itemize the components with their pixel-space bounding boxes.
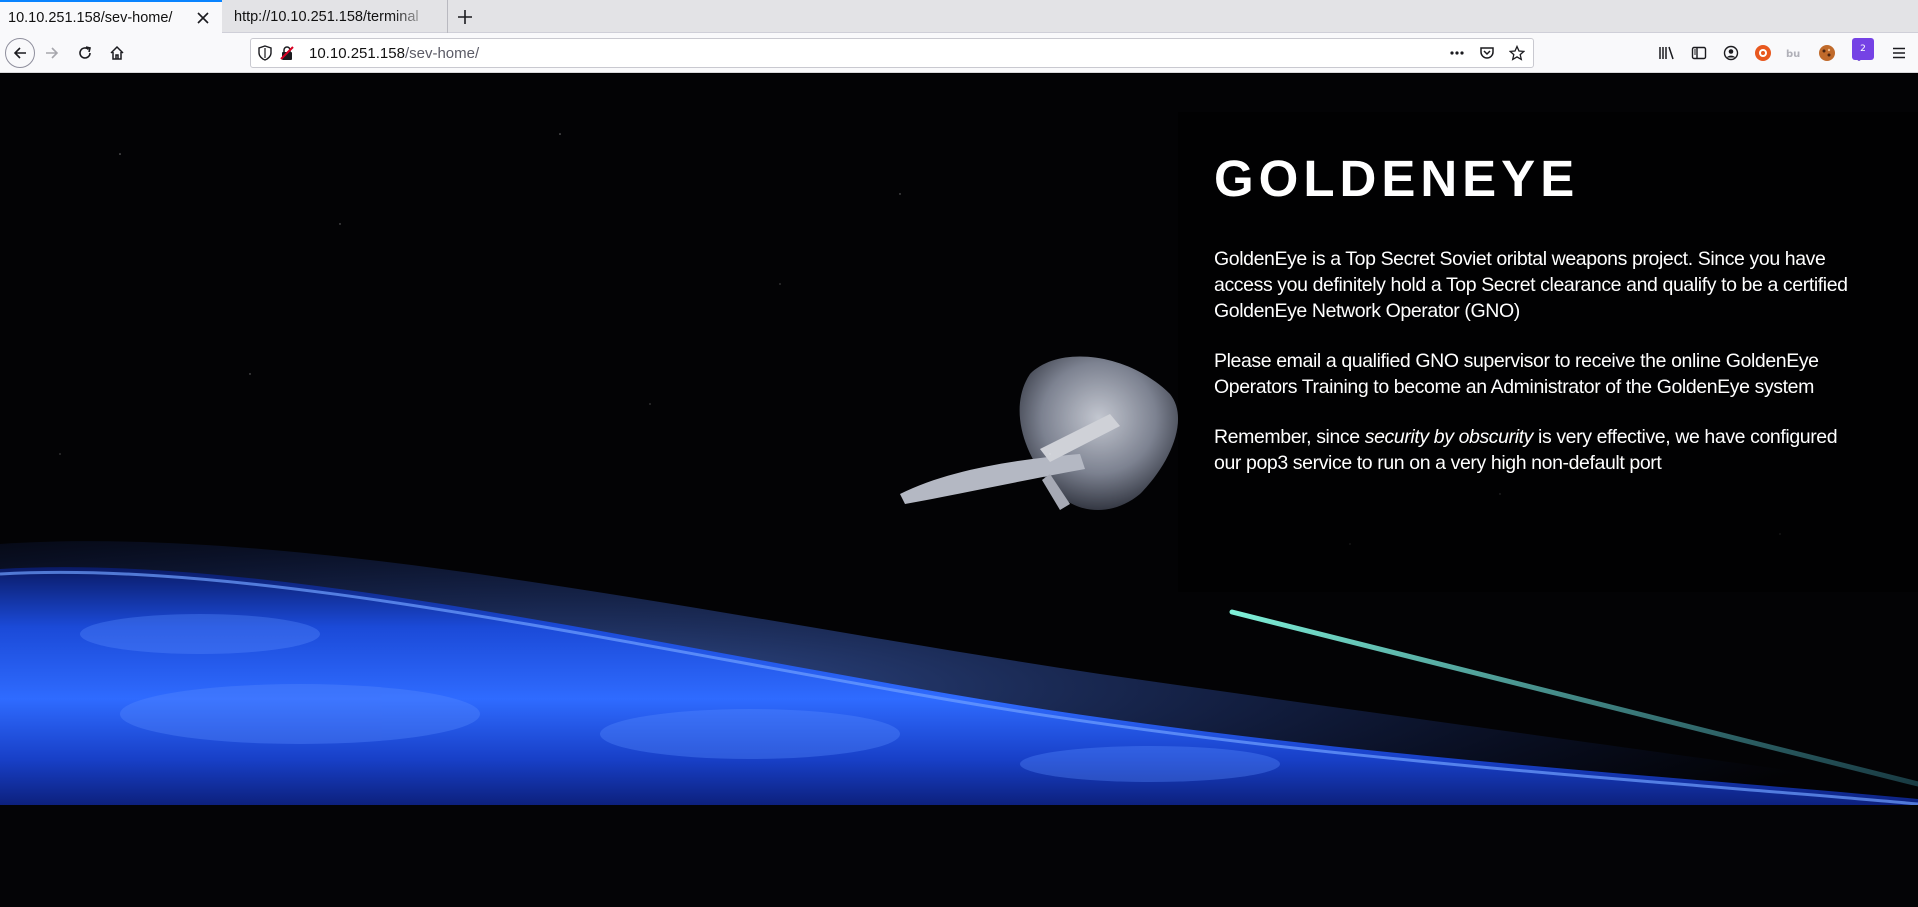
email-paragraph: Please email a qualified GNO supervisor … bbox=[1214, 350, 1819, 398]
ellipsis-icon[interactable] bbox=[1447, 43, 1467, 63]
library-icon[interactable] bbox=[1656, 42, 1678, 64]
reload-icon[interactable] bbox=[71, 39, 99, 67]
page-viewport: GOLDENEYE GoldenEye is a Top Secret Sovi… bbox=[0, 74, 1918, 907]
page-body: GoldenEye is a Top Secret Soviet oribtal… bbox=[1214, 246, 1854, 500]
hamburger-menu-icon[interactable] bbox=[1888, 42, 1910, 64]
intro-paragraph: GoldenEye is a Top Secret Soviet oribtal… bbox=[1214, 248, 1848, 322]
plus-icon[interactable] bbox=[452, 4, 478, 30]
sidebar-icon[interactable] bbox=[1688, 42, 1710, 64]
arrow-left-icon[interactable] bbox=[5, 38, 35, 68]
extension-cookie-icon[interactable] bbox=[1816, 42, 1838, 64]
insecure-lock-icon[interactable] bbox=[279, 45, 297, 63]
close-icon[interactable] bbox=[194, 9, 212, 27]
shield-icon[interactable] bbox=[257, 45, 275, 63]
page-title: GOLDENEYE bbox=[1214, 150, 1580, 207]
url-path: /sev-home/ bbox=[404, 45, 480, 62]
account-icon[interactable] bbox=[1720, 42, 1742, 64]
home-icon[interactable] bbox=[103, 39, 131, 67]
pocket-icon[interactable] bbox=[1477, 43, 1497, 63]
extension-disabled-icon[interactable]: bu bbox=[1784, 42, 1806, 64]
tab-title: http://10.10.251.158/terminal bbox=[234, 8, 419, 25]
url-host: 10.10.251.158 bbox=[309, 45, 405, 62]
tab-sev-home[interactable]: 10.10.251.158/sev-home/ bbox=[0, 0, 222, 33]
emphasis-text: security by obscurity bbox=[1364, 426, 1534, 448]
paragraph-text: Remember, since bbox=[1214, 426, 1365, 448]
tab-title: 10.10.251.158/sev-home/ bbox=[8, 9, 173, 26]
navigation-toolbar: 10.10.251.158/sev-home/ bu 2 bbox=[0, 33, 1918, 73]
svg-text:bu: bu bbox=[1786, 49, 1800, 60]
arrow-right-icon[interactable] bbox=[38, 39, 66, 67]
url-bar[interactable]: 10.10.251.158/sev-home/ bbox=[250, 38, 1534, 68]
extension-orange-icon[interactable] bbox=[1752, 42, 1774, 64]
tab-terminal[interactable]: http://10.10.251.158/terminal bbox=[223, 0, 448, 33]
pop3-paragraph: Remember, since security by obscurity is… bbox=[1214, 424, 1854, 476]
extension-badge: 2 bbox=[1852, 38, 1874, 60]
tab-strip: 10.10.251.158/sev-home/ http://10.10.251… bbox=[0, 0, 1918, 33]
extension-purple-icon[interactable]: 2 bbox=[1848, 38, 1874, 64]
url-text[interactable]: 10.10.251.158/sev-home/ bbox=[309, 45, 479, 62]
star-icon[interactable] bbox=[1507, 43, 1527, 63]
